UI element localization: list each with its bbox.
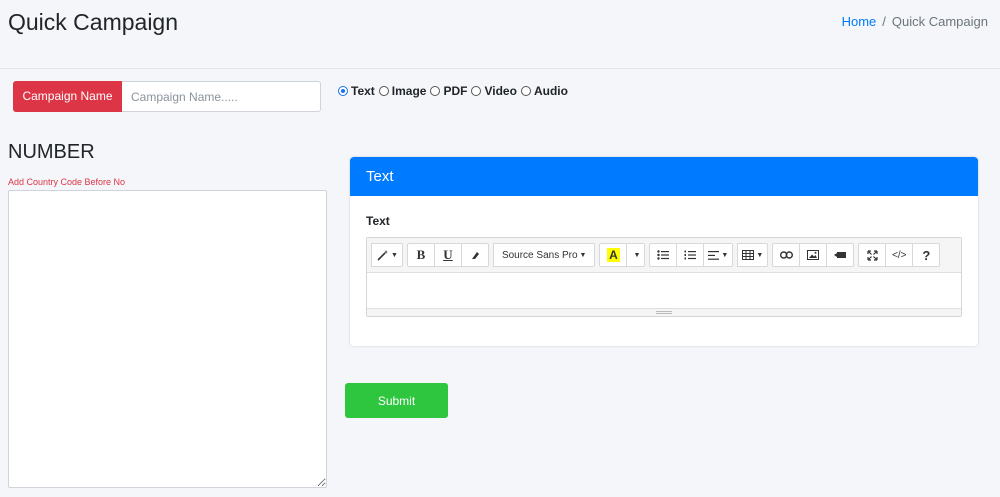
format-group: B U (406, 243, 489, 267)
link-icon (779, 251, 793, 259)
bold-icon: B (416, 247, 426, 262)
text-card-header: Text (350, 157, 978, 196)
table-button[interactable]: ▼ (737, 243, 769, 267)
chevron-down-icon: ▼ (579, 251, 587, 259)
text-color-button[interactable]: A (599, 243, 628, 267)
radio-audio[interactable]: Audio (520, 84, 568, 98)
radio-text-circle[interactable] (338, 86, 348, 96)
code-view-button[interactable]: </> (885, 243, 914, 267)
underline-button[interactable]: U (433, 243, 462, 267)
radio-image-circle[interactable] (378, 86, 389, 96)
eraser-button[interactable] (460, 243, 489, 267)
magic-wand-icon (377, 249, 388, 261)
radio-text[interactable]: Text (338, 84, 375, 98)
page-header: Quick Campaign Home / Quick Campaign (0, 0, 1000, 69)
bold-button[interactable]: B (406, 243, 435, 267)
eraser-icon (472, 251, 480, 259)
image-button[interactable] (799, 243, 828, 267)
breadcrumb-home-link[interactable]: Home (842, 14, 877, 29)
font-family-dropdown[interactable]: Source Sans Pro ▼ (492, 243, 596, 267)
editor-content-area[interactable] (367, 273, 961, 308)
align-left-icon (708, 250, 720, 260)
numbered-list-button[interactable] (676, 243, 705, 267)
radio-pdf-circle[interactable] (430, 86, 441, 96)
editor-resize-bar[interactable] (367, 308, 961, 316)
chevron-down-icon: ▼ (721, 251, 729, 259)
bullet-list-icon (657, 250, 670, 260)
radio-audio-circle[interactable] (520, 86, 531, 96)
editor-toolbar: ▼ B U Source Sans Pro ▼ A ▼ ▼ ▼ </> ? (367, 238, 961, 273)
radio-audio-label: Audio (533, 84, 568, 98)
chevron-down-icon: ▼ (756, 251, 764, 259)
font-family-value: Source Sans Pro (501, 249, 578, 261)
color-dropdown-button[interactable]: ▼ (626, 243, 646, 267)
chevron-down-icon: ▼ (633, 251, 641, 259)
number-title: NUMBER (8, 141, 95, 163)
align-button[interactable]: ▼ (703, 243, 734, 267)
resize-grip-icon (656, 311, 672, 314)
table-icon (742, 250, 755, 260)
paragraph-group: ▼ (649, 243, 734, 267)
view-group: </> ? (858, 243, 941, 267)
breadcrumb-current: Quick Campaign (891, 14, 988, 29)
text-card: Text Text ▼ B U Source Sans Pro ▼ A ▼ ▼ … (350, 157, 978, 346)
page-title: Quick Campaign (8, 9, 179, 35)
radio-video-circle[interactable] (471, 86, 482, 96)
bullet-list-button[interactable] (649, 243, 678, 267)
campaign-name-group: Campaign Name (13, 81, 321, 112)
radio-pdf[interactable]: PDF (430, 84, 467, 98)
text-field-label: Text (366, 214, 390, 228)
breadcrumb-separator: / (882, 14, 886, 29)
link-button[interactable] (772, 243, 801, 267)
number-hint: Add Country Code Before No (8, 177, 126, 187)
fullscreen-button[interactable] (858, 243, 887, 267)
radio-image[interactable]: Image (378, 84, 427, 98)
fullscreen-icon (867, 249, 878, 261)
video-icon (834, 252, 847, 258)
numbered-list-icon (684, 250, 697, 260)
style-group: ▼ (371, 243, 403, 267)
help-button[interactable]: ? (912, 243, 941, 267)
font-group: Source Sans Pro ▼ (492, 243, 596, 267)
media-type-radios: Text Image PDF Video Audio (338, 84, 572, 98)
code-icon: </> (892, 249, 907, 261)
color-group: A ▼ (599, 243, 646, 267)
breadcrumb: Home / Quick Campaign (842, 14, 988, 29)
underline-icon: U (443, 247, 453, 262)
radio-pdf-label: PDF (443, 84, 468, 98)
campaign-name-input[interactable] (122, 81, 321, 112)
image-icon (807, 250, 820, 260)
campaign-name-label: Campaign Name (13, 81, 122, 112)
radio-video-label: Video (484, 84, 517, 98)
chevron-down-icon: ▼ (391, 251, 398, 259)
table-group: ▼ (737, 243, 769, 267)
rich-text-editor: ▼ B U Source Sans Pro ▼ A ▼ ▼ ▼ </> ? (366, 237, 962, 317)
insert-group (772, 243, 855, 267)
submit-button[interactable]: Submit (345, 383, 448, 418)
magic-wand-button[interactable]: ▼ (371, 243, 403, 267)
radio-text-label: Text (351, 84, 375, 98)
text-color-icon: A (607, 248, 620, 262)
video-button[interactable] (826, 243, 855, 267)
number-textarea[interactable] (8, 190, 327, 488)
radio-video[interactable]: Video (471, 84, 517, 98)
help-icon: ? (922, 247, 931, 263)
radio-image-label: Image (391, 84, 427, 98)
